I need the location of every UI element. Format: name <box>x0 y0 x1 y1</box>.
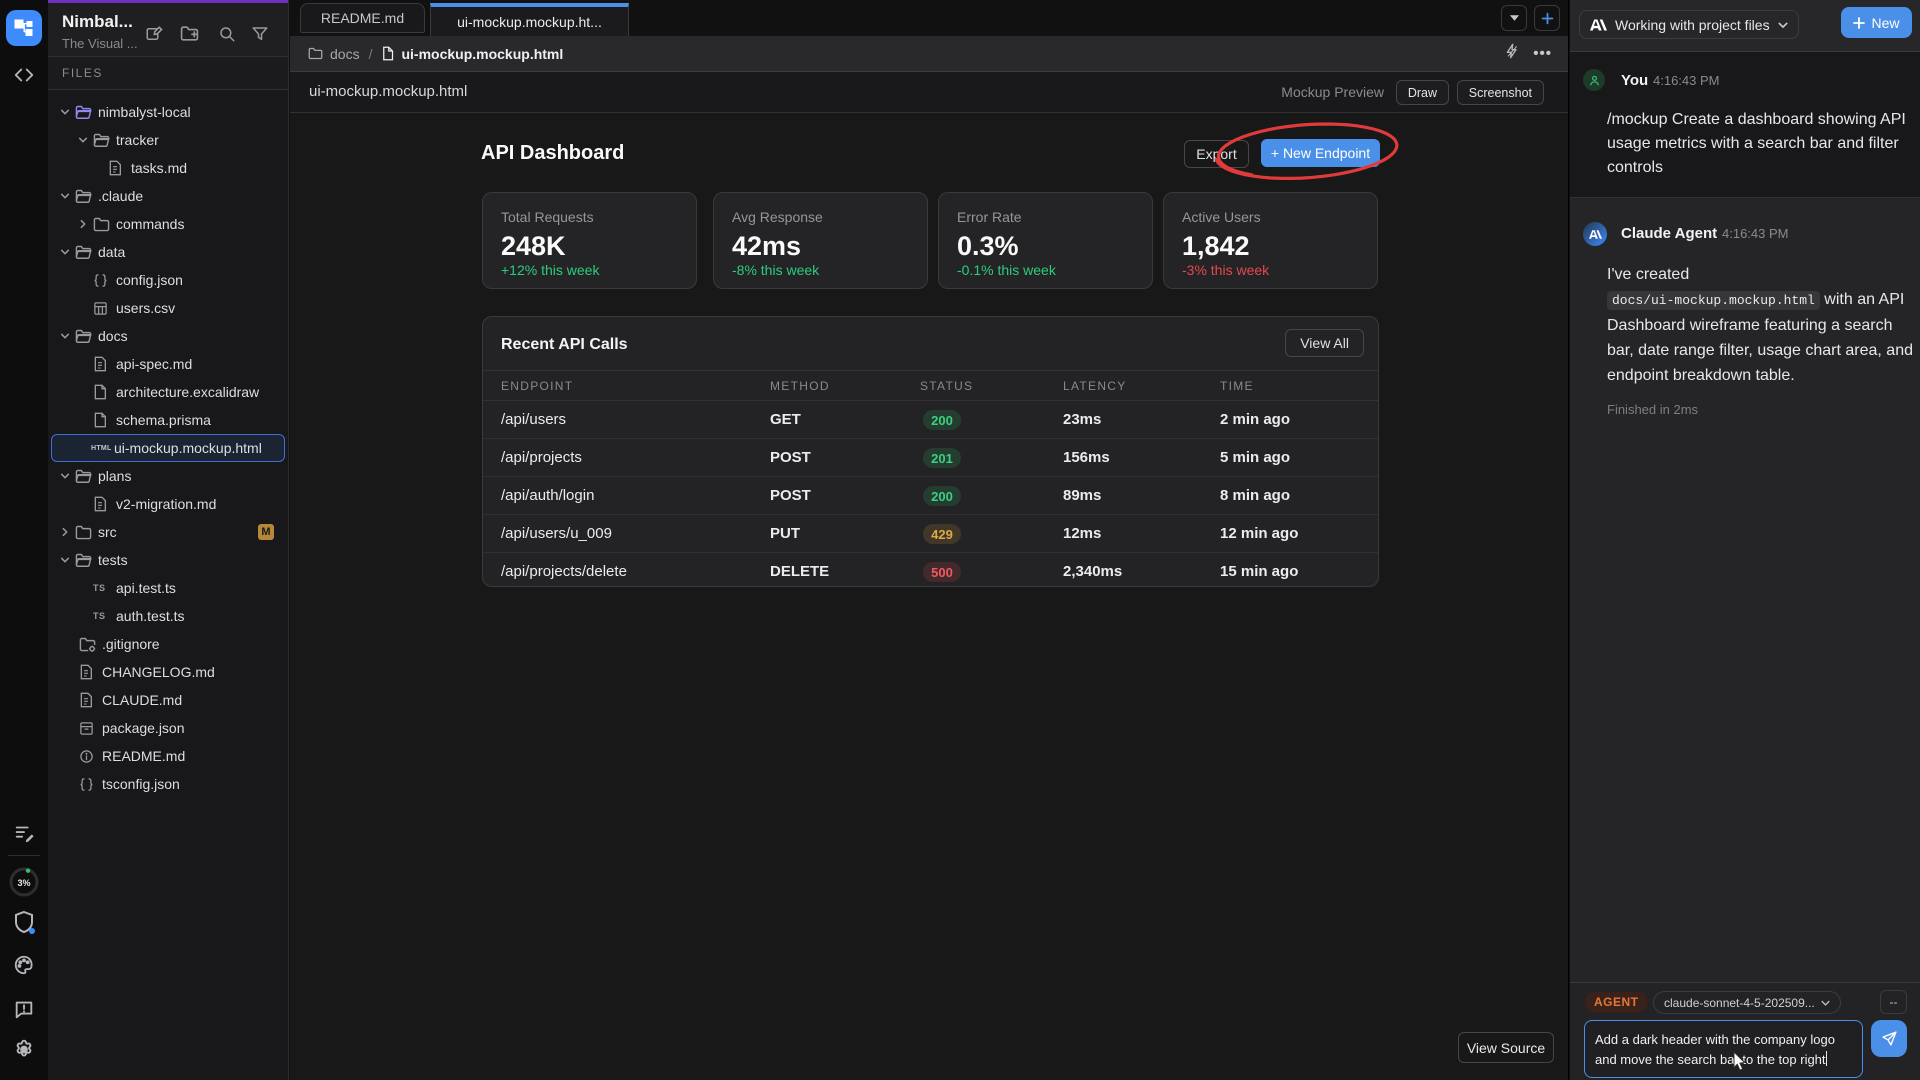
svg-text:3%: 3% <box>17 878 30 888</box>
